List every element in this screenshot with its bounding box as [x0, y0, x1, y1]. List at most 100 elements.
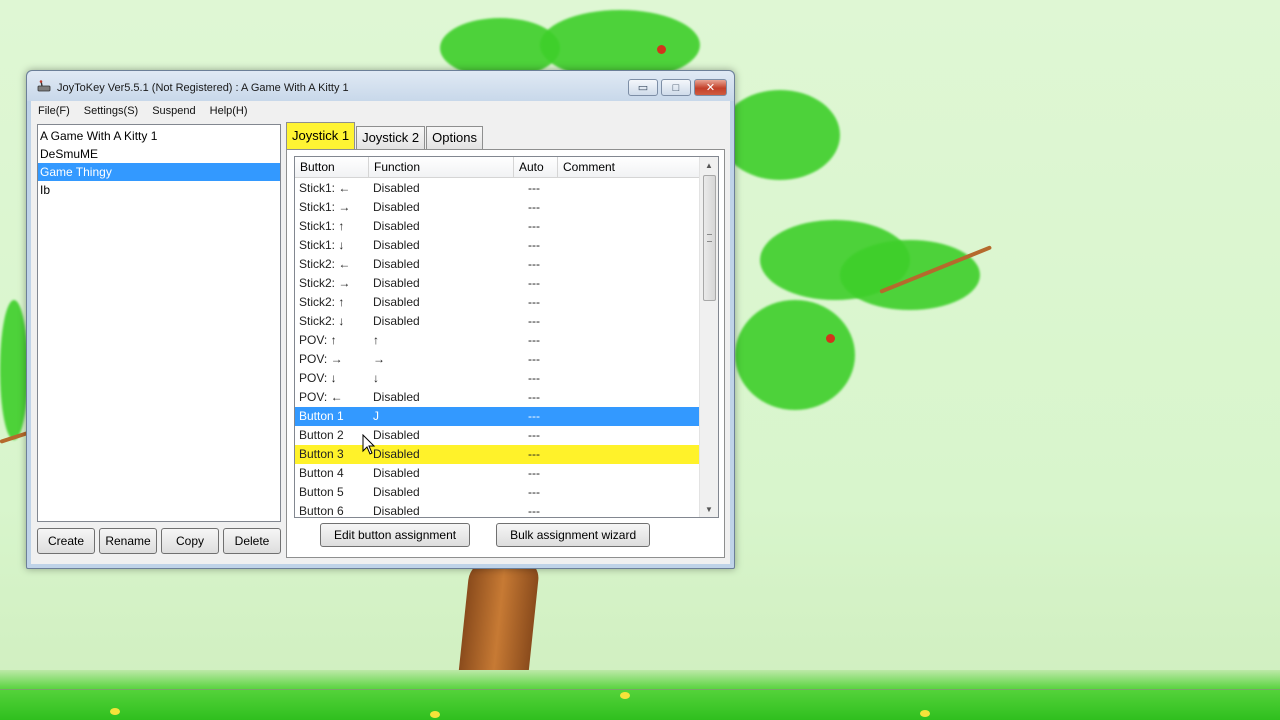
cell-comment	[558, 483, 700, 502]
cell-function: Disabled	[373, 428, 420, 442]
table-row[interactable]: POV: ↓ ↓ ---	[295, 369, 700, 388]
minimize-button[interactable]: ▭	[628, 79, 658, 96]
scroll-up-icon[interactable]: ▲	[700, 157, 718, 173]
cell-comment	[558, 236, 700, 255]
menu-file[interactable]: File(F)	[31, 105, 77, 117]
column-header-auto[interactable]: Auto	[514, 157, 558, 177]
cell-button: Stick2: ↓	[299, 314, 345, 328]
flower	[430, 711, 440, 718]
joystick-icon	[37, 80, 51, 92]
table-row[interactable]: POV: ↑ ↑ ---	[295, 331, 700, 350]
cell-auto: ---	[528, 314, 540, 328]
edit-button-assignment-button[interactable]: Edit button assignment	[320, 523, 471, 547]
tree-foliage	[0, 300, 28, 440]
cell-button: POV: →	[299, 352, 343, 366]
assignment-buttons: Edit button assignment Bulk assignment w…	[320, 523, 651, 547]
column-header-function[interactable]: Function	[369, 157, 514, 177]
cell-auto: ---	[528, 219, 540, 233]
cell-comment	[558, 255, 700, 274]
cell-function: Disabled	[373, 390, 420, 404]
column-header-button[interactable]: Button	[295, 157, 369, 177]
table-row[interactable]: Stick2: ↑ Disabled ---	[295, 293, 700, 312]
cell-button: Stick2: →	[299, 276, 351, 290]
cell-comment	[558, 217, 700, 236]
window-title: JoyToKey Ver5.5.1 (Not Registered) : A G…	[57, 82, 349, 94]
cell-comment	[558, 464, 700, 483]
rename-button[interactable]: Rename	[99, 528, 157, 554]
table-row[interactable]: POV: → → ---	[295, 350, 700, 369]
delete-button[interactable]: Delete	[223, 528, 281, 554]
cell-function: Disabled	[373, 314, 420, 328]
vertical-scrollbar[interactable]: ▲ ▼	[699, 157, 718, 517]
bulk-assignment-wizard-button[interactable]: Bulk assignment wizard	[496, 523, 651, 547]
profile-item[interactable]: Game Thingy	[38, 163, 280, 181]
cell-auto: ---	[528, 200, 540, 214]
copy-button[interactable]: Copy	[161, 528, 219, 554]
table-row[interactable]: Stick2: ↓ Disabled ---	[295, 312, 700, 331]
cell-auto: ---	[528, 276, 540, 290]
joystick-1-panel: Button Function Auto Comment Stick1: ← Di…	[286, 149, 725, 558]
cell-comment	[558, 312, 700, 331]
tree-foliage	[720, 90, 840, 180]
table-row[interactable]: Button 3 Disabled ---	[295, 445, 700, 464]
cell-function: Disabled	[373, 466, 420, 480]
table-row[interactable]: Button 6 Disabled ---	[295, 502, 700, 518]
cell-auto: ---	[528, 485, 540, 499]
cell-function: Disabled	[373, 181, 420, 195]
cell-comment	[558, 274, 700, 293]
mouse-cursor-icon	[362, 434, 376, 455]
cell-comment	[558, 426, 700, 445]
cell-auto: ---	[528, 409, 540, 423]
cell-button: Button 4	[299, 466, 344, 480]
cell-auto: ---	[528, 257, 540, 271]
profile-item[interactable]: A Game With A Kitty 1	[38, 127, 280, 145]
cell-auto: ---	[528, 295, 540, 309]
table-row[interactable]: Button 4 Disabled ---	[295, 464, 700, 483]
tab-strip: Joystick 1 Joystick 2 Options	[286, 122, 484, 149]
table-row[interactable]: Button 2 Disabled ---	[295, 426, 700, 445]
menu-suspend[interactable]: Suspend	[145, 105, 202, 117]
grass	[0, 670, 1280, 720]
cell-button: POV: ↓	[299, 371, 337, 385]
table-row[interactable]: Stick1: → Disabled ---	[295, 198, 700, 217]
profile-list[interactable]: A Game With A Kitty 1 DeSmuME Game Thingy I…	[37, 124, 281, 522]
cell-button: Stick1: ←	[299, 181, 351, 195]
cell-button: Button 2	[299, 428, 344, 442]
profile-item[interactable]: DeSmuME	[38, 145, 280, 163]
tab-joystick-2[interactable]: Joystick 2	[356, 126, 426, 149]
table-row[interactable]: Stick2: ← Disabled ---	[295, 255, 700, 274]
tab-joystick-1[interactable]: Joystick 1	[286, 122, 356, 149]
table-row[interactable]: Stick1: ↓ Disabled ---	[295, 236, 700, 255]
table-body: Stick1: ← Disabled --- Stick1: → Disabled ---…	[295, 179, 700, 518]
cell-button: Button 5	[299, 485, 344, 499]
table-row[interactable]: Stick2: → Disabled ---	[295, 274, 700, 293]
cell-comment	[558, 407, 700, 426]
close-button[interactable]: ✕	[694, 79, 727, 96]
flower	[110, 708, 120, 715]
menu-help[interactable]: Help(H)	[203, 105, 255, 117]
cell-auto: ---	[528, 428, 540, 442]
cell-button: POV: ↑	[299, 333, 337, 347]
cell-function: Disabled	[373, 276, 420, 290]
table-row[interactable]: Stick1: ← Disabled ---	[295, 179, 700, 198]
cell-button: Button 6	[299, 504, 344, 518]
maximize-button[interactable]: □	[661, 79, 691, 96]
title-bar[interactable]: JoyToKey Ver5.5.1 (Not Registered) : A G…	[27, 71, 734, 101]
scroll-down-icon[interactable]: ▼	[700, 501, 718, 517]
table-row[interactable]: Stick1: ↑ Disabled ---	[295, 217, 700, 236]
table-row[interactable]: Button 5 Disabled ---	[295, 483, 700, 502]
tab-options[interactable]: Options	[426, 126, 483, 149]
column-header-comment[interactable]: Comment	[558, 157, 700, 177]
cell-auto: ---	[528, 447, 540, 461]
menu-settings[interactable]: Settings(S)	[77, 105, 145, 117]
cell-auto: ---	[528, 466, 540, 480]
create-button[interactable]: Create	[37, 528, 95, 554]
table-row[interactable]: Button 1 J ---	[295, 407, 700, 426]
cell-button: Button 3	[299, 447, 344, 461]
scroll-thumb[interactable]	[703, 175, 716, 301]
table-row[interactable]: POV: ← Disabled ---	[295, 388, 700, 407]
cell-function: Disabled	[373, 257, 420, 271]
cell-function: Disabled	[373, 504, 420, 518]
profile-item[interactable]: Ib	[38, 181, 280, 199]
joytokey-window: JoyToKey Ver5.5.1 (Not Registered) : A G…	[26, 70, 735, 569]
